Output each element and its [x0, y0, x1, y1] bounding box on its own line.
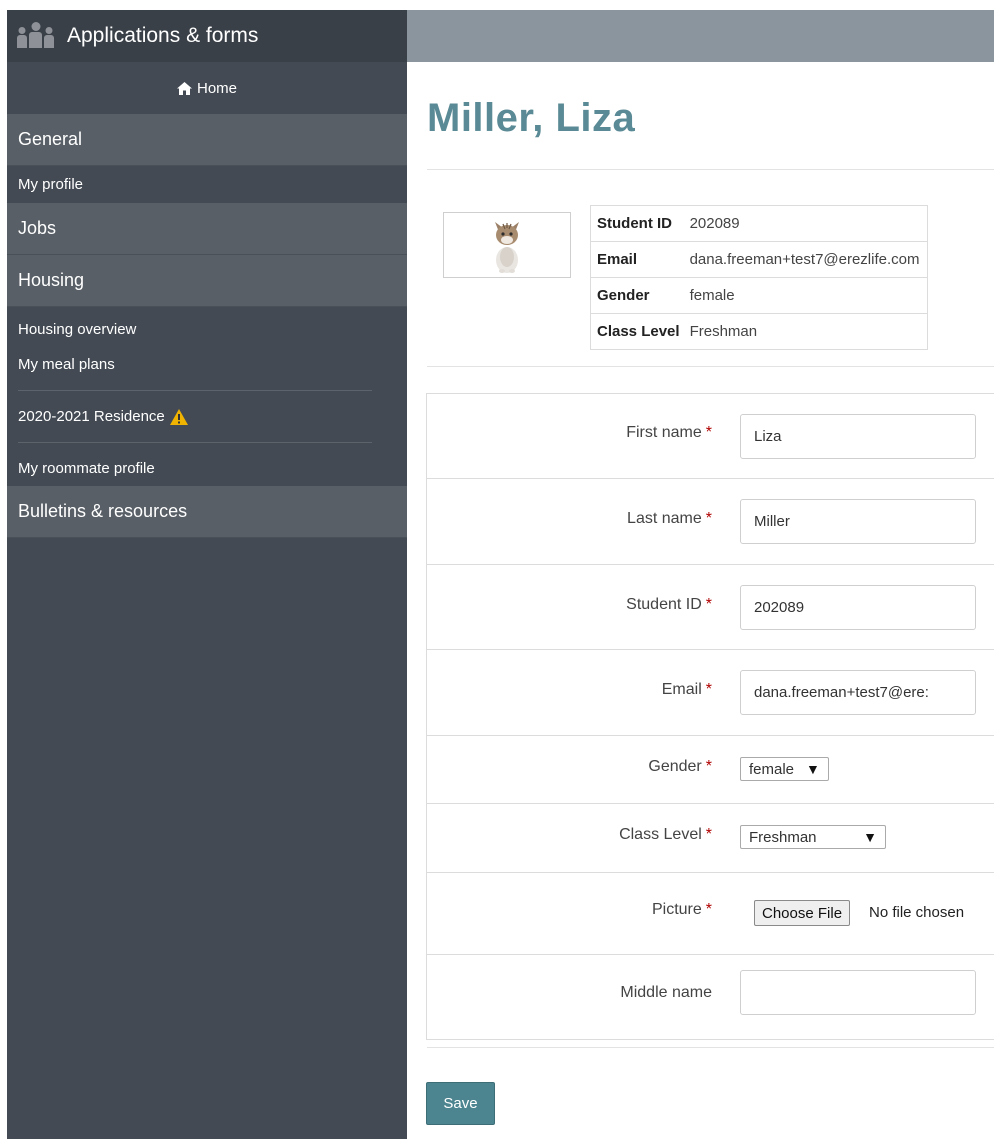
choose-file-button[interactable]: Choose File: [754, 900, 851, 926]
first-name-label: First name *: [626, 424, 712, 441]
table-row: Class Level Freshman: [589, 313, 928, 350]
sidebar: Applications & forms Home General My pro…: [7, 10, 407, 1139]
warning-icon: [169, 408, 188, 425]
sidebar-item-residence[interactable]: 2020-2021 Residence: [7, 399, 407, 434]
table-row: Email dana.freeman+test7@erezlife.com: [589, 241, 928, 278]
info-label: Email: [589, 241, 684, 278]
sidebar-section-bulletins[interactable]: Bulletins & resources: [7, 486, 407, 538]
sidebar-title: Applications & forms: [67, 24, 259, 47]
form-row-email: Email *: [427, 650, 994, 736]
kitten-photo: [495, 222, 519, 273]
home-label: Home: [196, 79, 237, 97]
class-level-select[interactable]: Freshman ▼: [740, 825, 886, 849]
divider: [427, 1047, 994, 1048]
table-row: Student ID 202089: [589, 205, 928, 242]
class-level-label: Class Level *: [619, 826, 712, 843]
middle-name-input[interactable]: [740, 970, 976, 1015]
top-bar: [407, 10, 994, 62]
gender-value: female: [749, 760, 795, 778]
info-value: 202089: [683, 205, 928, 242]
sidebar-item-meal-plans[interactable]: My meal plans: [7, 347, 407, 382]
middle-name-label: Middle name: [620, 984, 712, 1001]
info-label: Gender: [589, 277, 684, 314]
email-label: Email *: [661, 681, 712, 698]
form-row-picture: Picture * Choose File No file chosen: [427, 873, 994, 955]
page-title: Miller, Liza: [427, 96, 636, 140]
student-id-input[interactable]: [740, 585, 976, 630]
sidebar-header: Applications & forms: [7, 10, 407, 62]
sidebar-section-jobs[interactable]: Jobs: [7, 203, 407, 255]
residence-label: 2020-2021 Residence: [18, 408, 165, 425]
info-value: dana.freeman+test7@erezlife.com: [683, 241, 928, 278]
sidebar-divider: [18, 390, 372, 391]
dropdown-arrow-icon: ▼: [806, 761, 820, 777]
picture-label: Picture *: [651, 901, 712, 918]
profile-info-table: Student ID 202089 Email dana.freeman+tes…: [589, 205, 928, 350]
gender-select[interactable]: female ▼: [740, 757, 829, 781]
form-row-middle-name: Middle name: [427, 955, 994, 1039]
save-button[interactable]: Save: [426, 1082, 495, 1125]
people-icon: [17, 24, 55, 48]
last-name-label: Last name *: [627, 510, 712, 527]
form-row-gender: Gender * female ▼: [427, 736, 994, 804]
class-level-value: Freshman: [749, 828, 817, 846]
first-name-input[interactable]: [740, 414, 976, 459]
sidebar-section-general[interactable]: General: [7, 114, 407, 166]
sidebar-section-housing[interactable]: Housing: [7, 255, 407, 307]
table-row: Gender female: [589, 277, 928, 314]
gender-label: Gender *: [648, 758, 712, 775]
file-status: No file chosen: [869, 904, 965, 921]
email-input[interactable]: [740, 670, 976, 715]
sidebar-item-housing-overview[interactable]: Housing overview: [7, 312, 407, 347]
sidebar-divider: [18, 442, 372, 443]
info-value: Freshman: [683, 313, 928, 350]
profile-photo: [443, 212, 571, 278]
divider: [427, 366, 994, 367]
info-label: Student ID: [589, 205, 684, 242]
info-label: Class Level: [589, 313, 684, 350]
info-value: female: [683, 277, 928, 314]
home-link[interactable]: Home: [7, 62, 407, 114]
dropdown-arrow-icon: ▼: [863, 829, 877, 845]
home-icon: [176, 81, 192, 95]
form-row-first-name: First name *: [427, 394, 994, 479]
form-row-class-level: Class Level * Freshman ▼: [427, 804, 994, 873]
sidebar-item-my-profile[interactable]: My profile: [7, 166, 407, 203]
sidebar-item-roommate-profile[interactable]: My roommate profile: [7, 451, 407, 486]
form-row-last-name: Last name *: [427, 479, 994, 565]
form-row-student-id: Student ID *: [427, 565, 994, 650]
divider: [427, 169, 994, 170]
last-name-input[interactable]: [740, 499, 976, 544]
profile-form: First name* Last name* Student ID* Email…: [426, 393, 994, 1040]
student-id-label: Student ID *: [626, 596, 712, 613]
